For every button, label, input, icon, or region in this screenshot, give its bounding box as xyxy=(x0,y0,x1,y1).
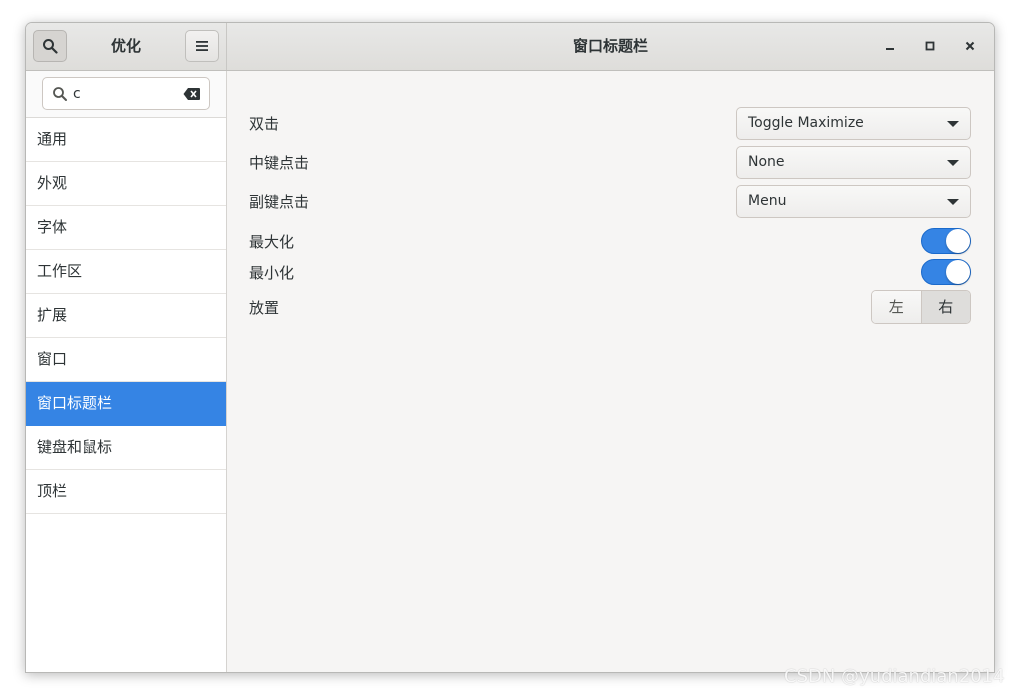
sidebar-item-appearance[interactable]: 外观 xyxy=(26,162,226,206)
watermark: CSDN @yudiandian2014 xyxy=(784,666,1005,687)
search-input[interactable] xyxy=(73,82,173,105)
placement-right-button[interactable]: 右 xyxy=(921,291,970,323)
double-click-label: 双击 xyxy=(249,115,280,133)
search-toggle-button[interactable] xyxy=(33,30,67,62)
sidebar-header: 优化 xyxy=(26,23,227,70)
minimize-button[interactable] xyxy=(878,34,902,58)
dropdown-arrow-icon xyxy=(947,160,959,166)
search-icon xyxy=(53,87,67,101)
double-click-value: Toggle Maximize xyxy=(748,115,864,131)
middle-click-label: 中键点击 xyxy=(249,154,310,172)
header-bar: 优化 窗口标题栏 xyxy=(26,23,994,71)
dropdown-arrow-icon xyxy=(947,199,959,205)
search-entry[interactable] xyxy=(42,77,210,110)
secondary-click-value: Menu xyxy=(748,193,787,209)
middle-click-dropdown[interactable]: None xyxy=(736,146,971,179)
sidebar-item-extensions[interactable]: 扩展 xyxy=(26,294,226,338)
backspace-clear-icon[interactable] xyxy=(183,87,201,101)
sidebar-item-general[interactable]: 通用 xyxy=(26,118,226,162)
sidebar: 通用 外观 字体 工作区 扩展 窗口 窗口标题栏 键盘和鼠标 顶栏 xyxy=(26,71,227,672)
placement-toggle-group: 左 右 xyxy=(871,290,971,324)
maximize-label: 最大化 xyxy=(249,233,295,251)
sidebar-item-fonts[interactable]: 字体 xyxy=(26,206,226,250)
close-button[interactable] xyxy=(958,34,982,58)
maximize-button[interactable] xyxy=(918,34,942,58)
maximize-switch[interactable] xyxy=(921,228,971,254)
middle-click-value: None xyxy=(748,154,785,170)
search-icon xyxy=(43,39,58,54)
sidebar-item-windows[interactable]: 窗口 xyxy=(26,338,226,382)
minimize-label: 最小化 xyxy=(249,264,295,282)
switch-knob xyxy=(946,260,970,284)
app-title: 优化 xyxy=(110,37,141,55)
sidebar-list: 通用 外观 字体 工作区 扩展 窗口 窗口标题栏 键盘和鼠标 顶栏 xyxy=(26,118,226,514)
minimize-icon xyxy=(886,48,894,50)
search-bar xyxy=(26,71,226,118)
sidebar-item-keyboard-mouse[interactable]: 键盘和鼠标 xyxy=(26,426,226,470)
hamburger-menu-icon xyxy=(196,41,208,51)
switch-knob xyxy=(946,229,970,253)
placement-left-button[interactable]: 左 xyxy=(872,291,922,323)
sidebar-item-workspaces[interactable]: 工作区 xyxy=(26,250,226,294)
placement-label: 放置 xyxy=(249,299,280,317)
maximize-icon xyxy=(925,41,935,51)
sidebar-item-top-bar[interactable]: 顶栏 xyxy=(26,470,226,514)
secondary-click-label: 副键点击 xyxy=(249,193,310,211)
tweaks-window: 优化 窗口标题栏 c 通用 外观 字体 工作区 扩展 窗口 窗口标题栏 键盘和鼠… xyxy=(25,22,995,673)
close-icon xyxy=(965,41,975,51)
secondary-click-dropdown[interactable]: Menu xyxy=(736,185,971,218)
dropdown-arrow-icon xyxy=(947,121,959,127)
double-click-dropdown[interactable]: Toggle Maximize xyxy=(736,107,971,140)
sidebar-item-window-titlebars[interactable]: 窗口标题栏 xyxy=(26,382,226,426)
settings-panel: 双击 Toggle Maximize 中键点击 None 副键点击 Menu 最… xyxy=(227,71,994,672)
minimize-switch[interactable] xyxy=(921,259,971,285)
app-menu-button[interactable] xyxy=(185,30,219,62)
